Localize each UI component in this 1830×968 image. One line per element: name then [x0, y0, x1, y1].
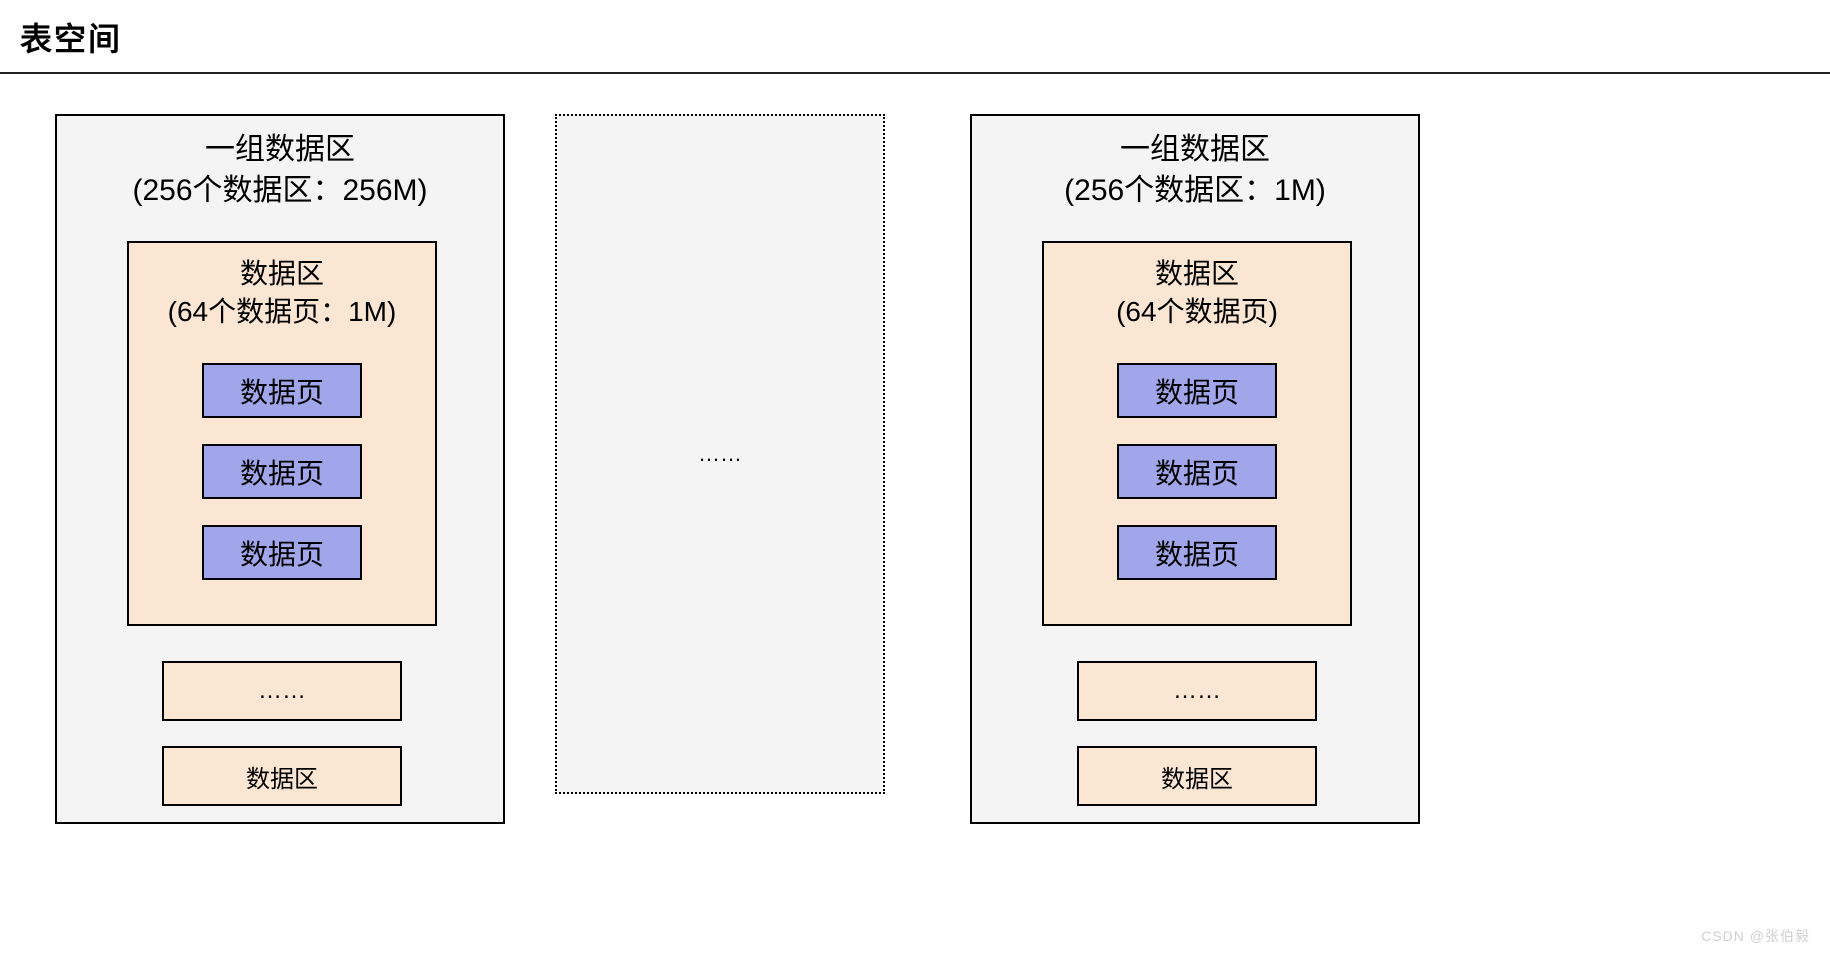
extent-title-line1: 数据区 — [1155, 258, 1239, 289]
extent-box-left: 数据区 (64个数据页：1M) 数据页 数据页 数据页 — [127, 241, 437, 626]
group-title-line2: (256个数据区：1M) — [1064, 174, 1326, 207]
extent-box-right: 数据区 (64个数据页) 数据页 数据页 数据页 — [1042, 241, 1352, 626]
group-title-line2: (256个数据区：256M) — [132, 174, 427, 207]
data-page: 数据页 — [1117, 444, 1277, 499]
pages-left: 数据页 数据页 数据页 — [129, 363, 435, 580]
ellipsis-panel: …… — [555, 114, 885, 794]
diagram-canvas: 一组数据区 (256个数据区：256M) 数据区 (64个数据页：1M) 数据页… — [0, 74, 1830, 954]
data-page: 数据页 — [1117, 363, 1277, 418]
ellipsis-box-left: …… — [162, 661, 402, 721]
extent-title-line2: (64个数据页：1M) — [168, 296, 397, 327]
watermark: CSDN @张伯毅 — [1701, 926, 1810, 946]
extent-group-right: 一组数据区 (256个数据区：1M) 数据区 (64个数据页) 数据页 数据页 … — [970, 114, 1420, 824]
ellipsis-box-right: …… — [1077, 661, 1317, 721]
group-title-line1: 一组数据区 — [1120, 133, 1270, 166]
more-extent-right: 数据区 — [1077, 746, 1317, 806]
extent-group-left: 一组数据区 (256个数据区：256M) 数据区 (64个数据页：1M) 数据页… — [55, 114, 505, 824]
pages-right: 数据页 数据页 数据页 — [1044, 363, 1350, 580]
group-header-left: 一组数据区 (256个数据区：256M) — [57, 116, 503, 211]
extent-header-left: 数据区 (64个数据页：1M) — [129, 243, 435, 331]
data-page: 数据页 — [202, 363, 362, 418]
group-header-right: 一组数据区 (256个数据区：1M) — [972, 116, 1418, 211]
data-page: 数据页 — [1117, 525, 1277, 580]
group-title-line1: 一组数据区 — [205, 133, 355, 166]
data-page: 数据页 — [202, 444, 362, 499]
extent-title-line1: 数据区 — [240, 258, 324, 289]
extent-header-right: 数据区 (64个数据页) — [1044, 243, 1350, 331]
ellipsis-mid: …… — [698, 441, 742, 467]
diagram-title: 表空间 — [0, 0, 1830, 74]
more-extent-left: 数据区 — [162, 746, 402, 806]
extent-title-line2: (64个数据页) — [1116, 296, 1278, 327]
data-page: 数据页 — [202, 525, 362, 580]
